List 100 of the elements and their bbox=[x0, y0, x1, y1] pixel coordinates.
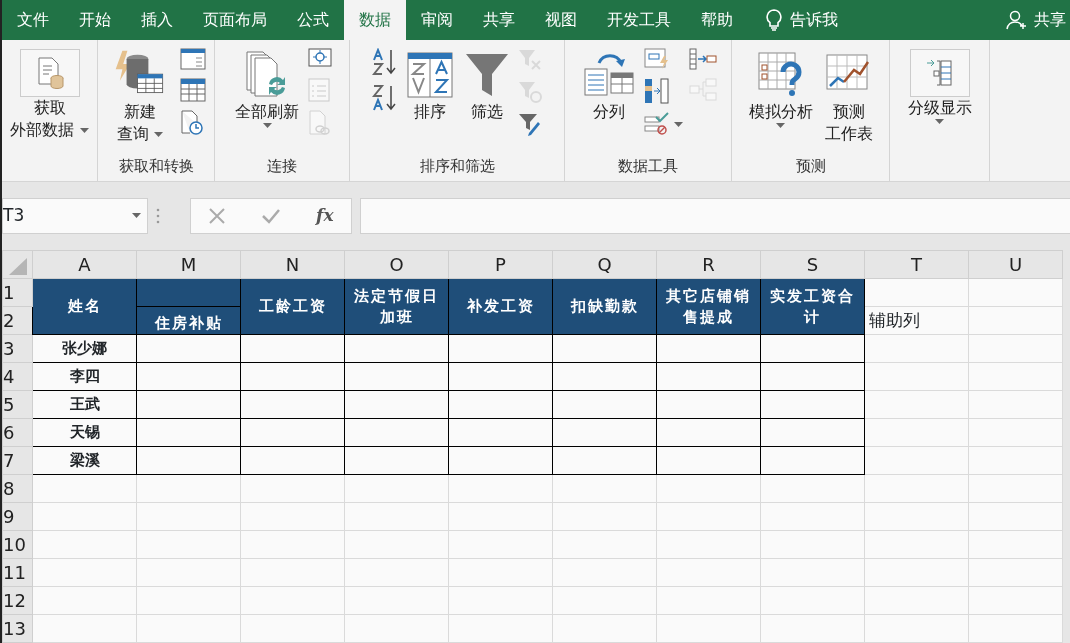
lightbulb-icon bbox=[766, 9, 782, 31]
formula-input[interactable] bbox=[360, 197, 1070, 234]
header-cell: 姓名 bbox=[32, 278, 137, 335]
group-label: 排序和筛选 bbox=[418, 156, 496, 177]
ribbon-button[interactable]: 全部刷新 bbox=[232, 46, 302, 131]
row-header[interactable]: 13 bbox=[2, 614, 33, 643]
ribbon-tab[interactable]: 开始 bbox=[64, 0, 126, 40]
caret-icon bbox=[132, 213, 141, 218]
column-header[interactable]: R bbox=[656, 250, 761, 279]
validation-icon bbox=[643, 112, 670, 136]
ribbon-tab[interactable]: 公式 bbox=[282, 0, 344, 40]
ribbon-icon-button[interactable] bbox=[688, 48, 717, 70]
group-label: 获取和转换 bbox=[117, 156, 195, 177]
name-cell: 天锡 bbox=[32, 418, 137, 447]
column-header[interactable]: Q bbox=[552, 250, 657, 279]
caret-icon bbox=[154, 131, 164, 137]
ribbon-tab[interactable]: 开发工具 bbox=[592, 0, 686, 40]
column-header[interactable]: A bbox=[32, 250, 137, 279]
row-header[interactable]: 1 bbox=[2, 278, 33, 307]
column-header[interactable]: M bbox=[136, 250, 241, 279]
header-cell: 工龄工资 bbox=[240, 278, 345, 335]
row-header[interactable]: 8 bbox=[2, 474, 33, 503]
row-header[interactable]: 12 bbox=[2, 586, 33, 615]
column-header[interactable]: N bbox=[240, 250, 345, 279]
ribbon-tab[interactable]: 审阅 bbox=[406, 0, 468, 40]
caret-icon bbox=[935, 118, 944, 124]
ribbon-icon-button[interactable] bbox=[372, 48, 398, 76]
column-header[interactable]: O bbox=[344, 250, 449, 279]
connection-icon bbox=[308, 48, 332, 70]
ribbon-tab[interactable]: 数据 bbox=[344, 0, 406, 40]
ribbon-tab[interactable]: 帮助 bbox=[686, 0, 748, 40]
ribbon-button[interactable]: 模拟分析 bbox=[745, 46, 816, 131]
properties-list-icon bbox=[308, 78, 330, 102]
header-cell: 补发工资 bbox=[448, 278, 553, 335]
document-link-icon bbox=[308, 110, 330, 136]
row-header[interactable]: 11 bbox=[2, 558, 33, 587]
header-cell: 扣缺勤款 bbox=[552, 278, 657, 335]
ribbon-icon-button[interactable] bbox=[643, 112, 683, 136]
column-header[interactable]: S bbox=[760, 250, 865, 279]
ribbon-button[interactable]: 排序 bbox=[404, 46, 456, 126]
row-header[interactable]: 9 bbox=[2, 502, 33, 531]
funnel-pencil-icon bbox=[518, 112, 542, 138]
share-button[interactable]: 共享 bbox=[1034, 8, 1066, 32]
column-header[interactable]: U bbox=[968, 250, 1063, 279]
ribbon-icon-button[interactable] bbox=[180, 110, 206, 136]
caret-icon bbox=[673, 121, 683, 127]
insert-function-button[interactable]: fx bbox=[316, 202, 334, 229]
ribbon-icon-button[interactable] bbox=[518, 112, 542, 138]
ribbon-icon-button[interactable] bbox=[372, 84, 398, 112]
ribbon-button[interactable]: 获取 外部数据 bbox=[7, 46, 92, 144]
row-header[interactable]: 10 bbox=[2, 530, 33, 559]
group-label: 连接 bbox=[266, 156, 298, 177]
relationships-icon bbox=[688, 78, 717, 102]
ribbon-button[interactable]: 筛选 bbox=[462, 46, 512, 126]
window-icon bbox=[180, 48, 206, 70]
name-cell: 王武 bbox=[32, 390, 137, 419]
flash-fill-icon bbox=[643, 48, 670, 70]
row-header[interactable]: 2 bbox=[2, 306, 33, 335]
column-header[interactable]: T bbox=[864, 250, 969, 279]
cancel-icon[interactable] bbox=[208, 206, 227, 225]
group-label: 数据工具 bbox=[617, 156, 679, 177]
ribbon-icon-button[interactable] bbox=[180, 48, 206, 70]
ribbon-tab[interactable]: 插入 bbox=[126, 0, 188, 40]
sort-descending-icon bbox=[372, 84, 398, 112]
ribbon-tab[interactable]: 视图 bbox=[530, 0, 592, 40]
ribbon-tab[interactable]: 共享 bbox=[468, 0, 530, 40]
caret-icon bbox=[79, 127, 89, 133]
row-header[interactable]: 4 bbox=[2, 362, 33, 391]
header-cell: 其它店铺销售提成 bbox=[656, 278, 761, 335]
ribbon-icon-button[interactable] bbox=[308, 48, 332, 70]
ribbon-icon-button[interactable] bbox=[180, 78, 206, 102]
header-cell: 住房补贴 bbox=[136, 306, 241, 335]
ribbon-tab[interactable]: 文件 bbox=[2, 0, 64, 40]
ribbon-tab[interactable]: 页面布局 bbox=[188, 0, 282, 40]
header-cell: 实发工资合计 bbox=[760, 278, 865, 335]
checkmark-icon[interactable] bbox=[261, 207, 282, 224]
table-cell: 辅助列 bbox=[864, 306, 969, 335]
row-header[interactable]: 7 bbox=[2, 446, 33, 475]
ribbon-button[interactable]: 分列 bbox=[579, 46, 638, 126]
group-label: 预测 bbox=[794, 156, 827, 177]
row-header[interactable]: 3 bbox=[2, 334, 33, 363]
caret-icon bbox=[776, 122, 785, 128]
row-header[interactable]: 5 bbox=[2, 390, 33, 419]
ribbon-button[interactable]: 预测 工作表 bbox=[821, 46, 876, 148]
name-cell: 张少娜 bbox=[32, 334, 137, 363]
document-clock-icon bbox=[180, 110, 204, 136]
name-box[interactable]: T3 bbox=[2, 197, 148, 234]
column-header[interactable]: P bbox=[448, 250, 553, 279]
funnel-x-icon bbox=[518, 48, 542, 72]
row-header[interactable]: 6 bbox=[2, 418, 33, 447]
header-cell: 法定节假日加班 bbox=[344, 278, 449, 335]
funnel-refresh-icon bbox=[518, 80, 542, 104]
drag-handle-icon[interactable] bbox=[156, 207, 160, 224]
sort-ascending-icon bbox=[372, 48, 398, 76]
name-cell: 梁溪 bbox=[32, 446, 137, 475]
tell-me-search[interactable]: 告诉我 bbox=[790, 8, 838, 32]
name-cell: 李四 bbox=[32, 362, 137, 391]
remove-duplicates-icon bbox=[643, 78, 670, 104]
ribbon-button[interactable]: 新建 查询 bbox=[106, 46, 174, 148]
table-icon bbox=[180, 78, 206, 102]
